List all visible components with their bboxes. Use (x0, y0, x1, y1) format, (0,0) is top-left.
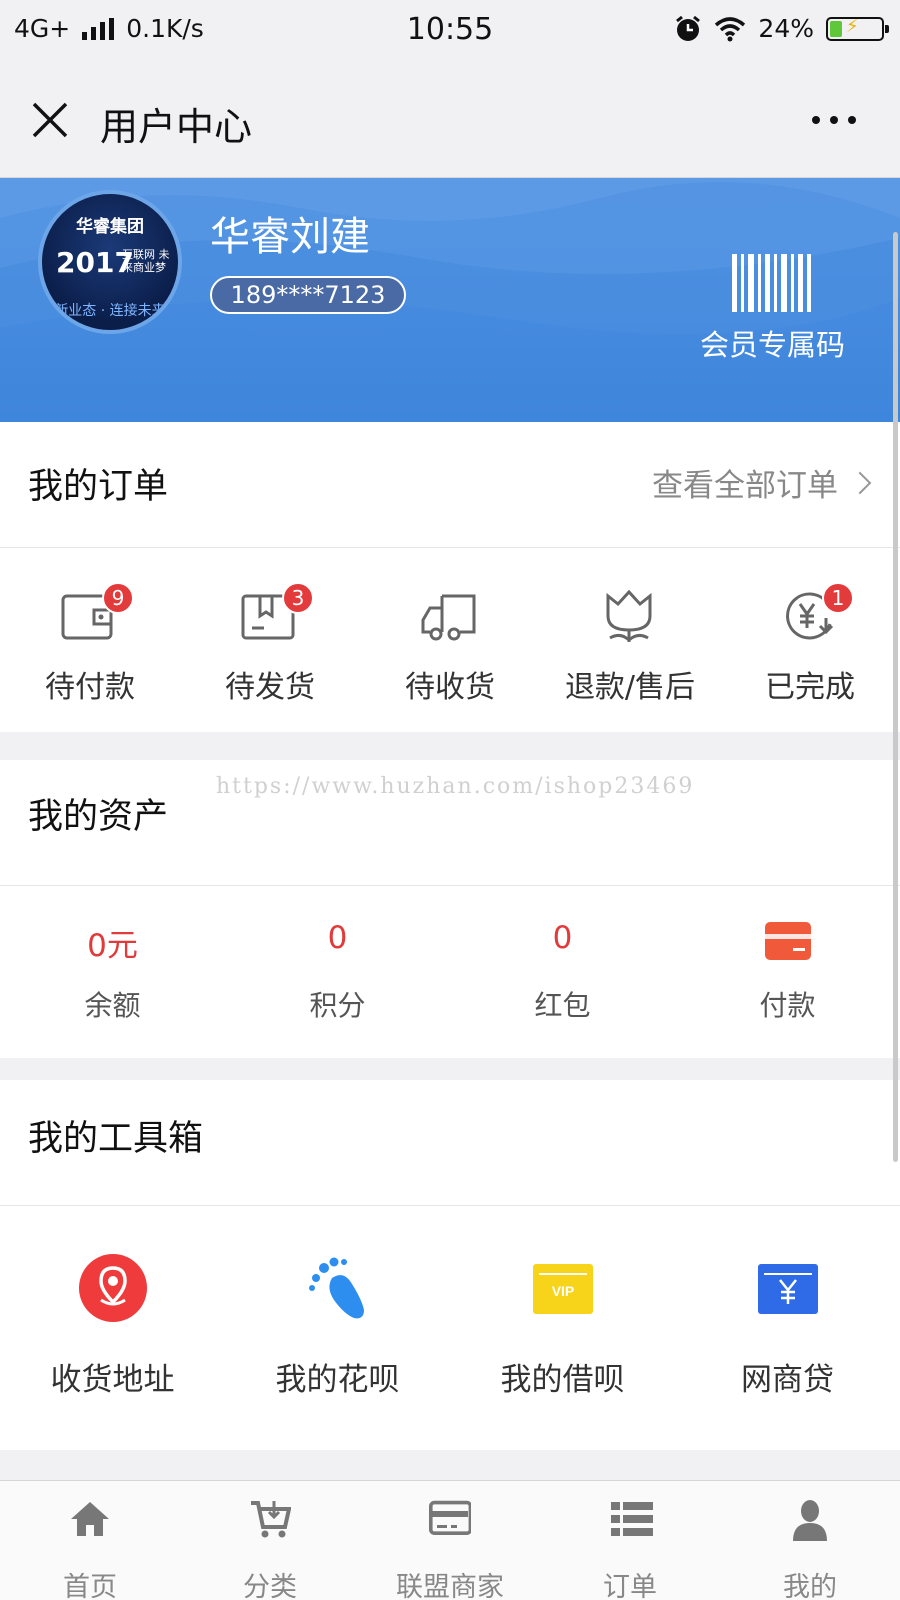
tab-label: 联盟商家 (396, 1572, 504, 1600)
tab-label: 订单 (603, 1572, 657, 1600)
more-icon[interactable] (812, 116, 856, 124)
tab-mine[interactable]: 我的 (720, 1481, 900, 1600)
home-icon (71, 1502, 109, 1536)
nav-bar: 用户中心 (0, 62, 900, 178)
assets-section: 我的资产 0元 余额 0 积分 0 红包 付款 (0, 760, 900, 1058)
barcode-icon[interactable] (732, 254, 814, 312)
toolbox-section: 我的工具箱 收货地址 我的花呗 VIP 我的借呗 网商贷 (0, 1080, 900, 1450)
status-right: 24% ⚡ (674, 14, 889, 43)
chevron-right-icon (848, 471, 872, 494)
order-pending-payment[interactable]: 9 待付款 (0, 550, 180, 730)
card-icon (765, 922, 811, 960)
view-all-label: 查看全部订单 (652, 468, 838, 504)
order-label: 待发货 (225, 670, 315, 705)
divider (0, 547, 900, 548)
asset-label: 付款 (759, 989, 816, 1022)
profile-banner: 华睿集团 2017 互联网 未来商业梦 新业态 · 连接未来 华睿刘建 189*… (0, 178, 900, 422)
order-refund[interactable]: 退款/售后 (540, 550, 720, 730)
page-title: 用户中心 (100, 105, 253, 149)
alarm-icon (676, 15, 701, 41)
asset-label: 积分 (309, 989, 366, 1022)
svg-text:VIP: VIP (552, 1283, 575, 1299)
tab-merchants[interactable]: 联盟商家 (360, 1481, 540, 1600)
tab-label: 首页 (63, 1572, 117, 1600)
asset-points[interactable]: 0 积分 (225, 886, 450, 1058)
tab-label: 分类 (243, 1572, 297, 1600)
user-name: 华睿刘建 (210, 214, 370, 260)
order-label: 待收货 (405, 670, 495, 705)
cart-icon (251, 1501, 291, 1538)
avatar-tagline: 互联网 未来商业梦 (122, 248, 170, 274)
order-label: 已完成 (765, 670, 855, 705)
tool-loan[interactable]: 网商贷 (675, 1208, 900, 1438)
avatar-slogan: 新业态 · 连接未来 (54, 303, 166, 319)
asset-value: 0 (327, 920, 348, 956)
assets-title: 我的资产 (28, 797, 169, 837)
tool-huabei[interactable]: 我的花呗 (225, 1208, 450, 1438)
toolbox-title: 我的工具箱 (28, 1119, 204, 1159)
tool-label: 我的借呗 (500, 1362, 625, 1398)
tool-jiebei[interactable]: VIP 我的借呗 (450, 1208, 675, 1438)
vip-ticket-icon: VIP (533, 1264, 593, 1314)
asset-label: 余额 (84, 989, 141, 1022)
order-pending-receipt[interactable]: 待收货 (360, 550, 540, 730)
asset-payment[interactable]: 付款 (675, 886, 900, 1058)
orders-section: 我的订单 查看全部订单 9 待付款 3 待发货 待收货 退款/售后 1 已完成 (0, 422, 900, 732)
asset-value: 0元 (87, 928, 138, 964)
tool-label: 网商贷 (741, 1362, 834, 1398)
view-all-orders-link[interactable]: 查看全部订单 (652, 460, 874, 505)
location-pin-icon (79, 1254, 147, 1322)
asset-red-packet[interactable]: 0 红包 (450, 886, 675, 1058)
asset-row: 0元 余额 0 积分 0 红包 付款 (0, 886, 900, 1058)
avatar-brand: 华睿集团 (76, 217, 144, 237)
tab-home[interactable]: 首页 (0, 1481, 180, 1600)
battery-percent: 24% (758, 14, 814, 43)
close-icon[interactable] (28, 98, 72, 142)
order-pending-shipment[interactable]: 3 待发货 (180, 550, 360, 730)
order-completed[interactable]: 1 已完成 (720, 550, 900, 730)
badge-count: 3 (282, 582, 314, 614)
tulip-icon (606, 589, 652, 643)
battery-icon: ⚡ (826, 16, 889, 41)
badge-count: 1 (822, 582, 854, 614)
tab-category[interactable]: 分类 (180, 1481, 360, 1600)
tab-bar: 首页 分类 联盟商家 订单 我的 (0, 1480, 900, 1600)
tool-label: 我的花呗 (275, 1362, 400, 1398)
yen-ticket-icon (758, 1264, 818, 1314)
tool-label: 收货地址 (50, 1362, 175, 1398)
truck-icon (421, 594, 476, 641)
asset-label: 红包 (534, 989, 591, 1022)
status-bar: 4G+ 0.1K/s 10:55 24% ⚡ (0, 0, 900, 62)
watermark: https://www.huzhan.com/ishop23469 (216, 774, 695, 799)
tool-row: 收货地址 我的花呗 VIP 我的借呗 网商贷 (0, 1208, 900, 1438)
scrollbar[interactable] (893, 232, 898, 1162)
order-label: 退款/售后 (564, 670, 696, 705)
order-label: 待付款 (45, 670, 135, 705)
wifi-icon (715, 16, 746, 41)
avatar[interactable]: 华睿集团 2017 互联网 未来商业梦 新业态 · 连接未来 (38, 190, 182, 334)
asset-balance[interactable]: 0元 余额 (0, 886, 225, 1058)
list-icon (611, 1502, 653, 1536)
order-status-row: 9 待付款 3 待发货 待收货 退款/售后 1 已完成 (0, 550, 900, 730)
divider (0, 1205, 900, 1206)
footprint-icon (309, 1257, 364, 1319)
person-icon (793, 1500, 827, 1541)
tab-label: 我的 (783, 1572, 837, 1600)
badge-count: 9 (102, 582, 134, 614)
member-code-label[interactable]: 会员专属码 (700, 322, 845, 364)
phone-number: 189****7123 (210, 276, 406, 314)
asset-value: 0 (552, 920, 573, 956)
orders-title: 我的订单 (28, 467, 169, 507)
card-icon (429, 1500, 471, 1535)
tool-address[interactable]: 收货地址 (0, 1208, 225, 1438)
tab-orders[interactable]: 订单 (540, 1481, 720, 1600)
